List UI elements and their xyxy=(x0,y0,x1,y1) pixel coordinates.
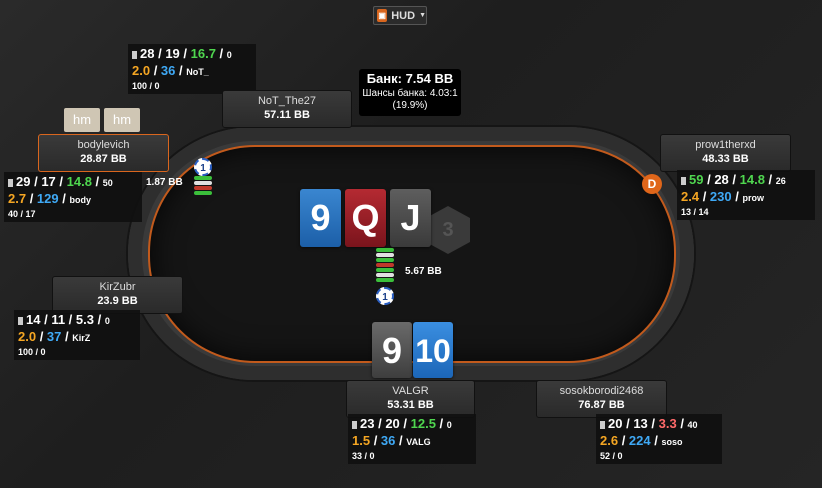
seat-kirzubr[interactable]: KirZubr 23.9 BB xyxy=(52,276,183,314)
player-hud-kirzubr[interactable]: 14 / 11 / 5.3 / 0 2.0 / 37 / KirZ 100 / … xyxy=(14,310,140,360)
player-stack: 48.33 BB xyxy=(702,153,749,165)
chip-icon: 1 xyxy=(376,287,394,305)
pot-odds-percent: (19.9%) xyxy=(392,100,428,111)
hm-badge[interactable]: hm xyxy=(104,108,140,132)
stats-icon xyxy=(18,316,23,325)
player-hud-soso[interactable]: 20 / 13 / 3.3 / 40 2.6 / 224 / soso 52 /… xyxy=(596,414,722,464)
player-hud-valgr[interactable]: 23 / 20 / 12.5 / 0 1.5 / 36 / VALG 33 / … xyxy=(348,414,476,464)
player-name: NoT_The27 xyxy=(257,95,317,107)
player-bet: 1.87 BB xyxy=(146,177,183,188)
pot-info: Банк: 7.54 BB Шансы банка: 4.03:1 (19.9%… xyxy=(359,69,461,116)
pot-amount: 5.67 BB xyxy=(405,266,442,277)
hud-menu-button[interactable]: ▣ HUD ▼ xyxy=(373,6,427,25)
seat-valgr[interactable]: VALGR 53.31 BB xyxy=(346,380,475,418)
dealer-button: D xyxy=(642,174,662,194)
hero-card: 10 xyxy=(413,322,453,378)
hud-label: HUD xyxy=(391,9,416,22)
player-name: sosokborodi2468 xyxy=(559,385,644,397)
player-name: prow1therxd xyxy=(695,139,756,151)
player-stack: 57.11 BB xyxy=(264,109,310,121)
holdem-manager-icon: ▣ xyxy=(377,9,388,22)
seat-bodylevich[interactable]: bodylevich 28.87 BB xyxy=(38,134,169,172)
stats-icon xyxy=(8,178,13,187)
board-card: J xyxy=(390,189,431,247)
player-stack: 53.31 BB xyxy=(387,399,434,411)
pot-odds: Шансы банка: 4.03:1 xyxy=(362,88,458,99)
player-hud-bodylevich[interactable]: 29 / 17 / 14.8 / 50 2.7 / 129 / body 40 … xyxy=(4,172,142,222)
stats-icon xyxy=(132,50,137,59)
table-felt xyxy=(148,145,676,363)
player-stack: 28.87 BB xyxy=(80,153,127,165)
stats-icon xyxy=(352,420,357,429)
stats-icon xyxy=(681,176,686,185)
player-hud-not[interactable]: 28 / 19 / 16.7 / 0 2.0 / 36 / NoT_ 100 /… xyxy=(128,44,256,94)
seat-not[interactable]: NoT_The27 57.11 BB xyxy=(222,90,352,128)
seat-soso[interactable]: sosokborodi2468 76.87 BB xyxy=(536,380,667,418)
player-stack: 23.9 BB xyxy=(97,295,138,307)
bet-chip-stack: 1 xyxy=(194,158,212,196)
player-name: KirZubr xyxy=(99,281,136,293)
board-card: Q xyxy=(345,189,386,247)
pot-chip-stack xyxy=(376,248,394,283)
stats-icon xyxy=(600,420,605,429)
player-name: VALGR xyxy=(392,385,429,397)
seat-prow[interactable]: prow1therxd 48.33 BB xyxy=(660,134,791,172)
hm-badge[interactable]: hm xyxy=(64,108,100,132)
player-stack: 76.87 BB xyxy=(578,399,625,411)
board-card: 9 xyxy=(300,189,341,247)
chip-icon: 1 xyxy=(194,158,212,176)
chevron-down-icon: ▼ xyxy=(419,12,426,19)
pot-total: Банк: 7.54 BB xyxy=(366,71,454,86)
hero-card: 9 xyxy=(372,322,412,378)
player-name: bodylevich xyxy=(77,139,130,151)
player-hud-prow[interactable]: 59 / 28 / 14.8 / 26 2.4 / 230 / prow 13 … xyxy=(677,170,815,220)
